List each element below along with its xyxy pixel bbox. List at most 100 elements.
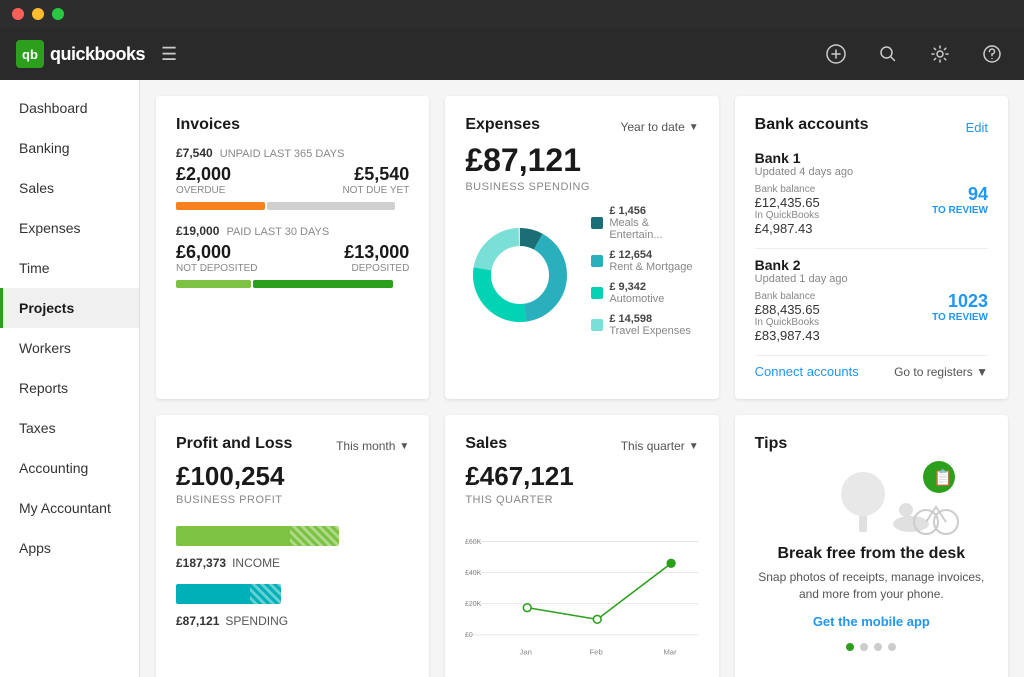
notdue-label: NOT DUE YET xyxy=(342,185,409,196)
hamburger-icon[interactable]: ☰ xyxy=(161,44,177,65)
bank-header: Bank accounts Edit xyxy=(755,116,988,138)
nav-right xyxy=(820,38,1008,70)
tips-tip-title: Break free from the desk xyxy=(755,545,988,563)
sales-header: Sales This quarter ▼ xyxy=(465,435,698,457)
app-body: Dashboard Banking Sales Expenses Time Pr… xyxy=(0,80,1024,677)
pnl-card: Profit and Loss This month ▼ £100,254 BU… xyxy=(156,415,429,677)
pnl-header: Profit and Loss This month ▼ xyxy=(176,435,409,457)
bank1-review-count: 94 xyxy=(932,184,988,205)
svg-text:Mar: Mar xyxy=(664,647,678,656)
dot-2 xyxy=(860,643,868,651)
legend-color-rent xyxy=(591,255,603,267)
go-registers-link[interactable]: Go to registers ▼ xyxy=(894,365,988,379)
legend-item-rent: £ 12,654 Rent & Mortgage xyxy=(591,249,698,273)
bank2-balances: Bank balance £88,435.65 In QuickBooks £8… xyxy=(755,291,988,343)
sidebar-item-sales[interactable]: Sales xyxy=(0,168,139,208)
spending-label-row: £87,121 SPENDING xyxy=(176,614,409,628)
pnl-period-selector[interactable]: This month ▼ xyxy=(336,439,409,453)
sidebar-item-workers[interactable]: Workers xyxy=(0,328,139,368)
expenses-amount: £87,121 xyxy=(465,142,698,179)
pnl-title: Profit and Loss xyxy=(176,435,292,453)
bank2-name: Bank 2 xyxy=(755,257,988,273)
spending-bar-row xyxy=(176,584,409,604)
expenses-header: Expenses Year to date ▼ xyxy=(465,116,698,138)
expenses-legend: £ 1,456 Meals & Entertain... £ 12,654 Re… xyxy=(591,205,698,345)
expenses-donut xyxy=(465,220,575,330)
invoices-title: Invoices xyxy=(176,116,409,134)
pnl-amount: £100,254 xyxy=(176,461,409,492)
notdeposited-bar xyxy=(176,280,251,288)
help-icon[interactable] xyxy=(976,38,1008,70)
income-label-row: £187,373 INCOME xyxy=(176,556,409,570)
svg-text:📋: 📋 xyxy=(933,468,953,487)
sidebar-item-myaccountant[interactable]: My Accountant xyxy=(0,488,139,528)
notdeposited-amount: £6,000 xyxy=(176,242,258,263)
sales-period-selector[interactable]: This quarter ▼ xyxy=(621,439,699,453)
sales-subtitle: THIS QUARTER xyxy=(465,494,698,506)
bank-footer: Connect accounts Go to registers ▼ xyxy=(755,364,988,379)
svg-text:£0: £0 xyxy=(465,632,473,639)
notdue-bar xyxy=(267,202,395,210)
bank2-review-count: 1023 xyxy=(932,291,988,312)
spending-bar-stripe xyxy=(250,584,281,604)
bank1-updated: Updated 4 days ago xyxy=(755,166,988,178)
bank-divider2 xyxy=(755,355,988,356)
unpaid-label: £7,540 UNPAID LAST 365 DAYS xyxy=(176,146,409,160)
tips-card: Tips xyxy=(735,415,1008,677)
overdue-label: OVERDUE xyxy=(176,185,231,196)
sidebar-item-apps[interactable]: Apps xyxy=(0,528,139,568)
bank1-balance-col: Bank balance £12,435.65 In QuickBooks £4… xyxy=(755,184,820,236)
tips-illustration: 📋 xyxy=(755,457,988,537)
legend-item-travel: £ 14,598 Travel Expenses xyxy=(591,313,698,337)
sales-title: Sales xyxy=(465,435,507,453)
get-mobile-app-link[interactable]: Get the mobile app xyxy=(813,614,930,629)
sidebar-item-projects[interactable]: Projects xyxy=(0,288,139,328)
sidebar: Dashboard Banking Sales Expenses Time Pr… xyxy=(0,80,140,677)
sidebar-item-reports[interactable]: Reports xyxy=(0,368,139,408)
overdue-amount: £2,000 xyxy=(176,164,231,185)
gear-icon[interactable] xyxy=(924,38,956,70)
sidebar-item-expenses[interactable]: Expenses xyxy=(0,208,139,248)
svg-text:Jan: Jan xyxy=(520,647,533,656)
bank-divider xyxy=(755,248,988,249)
legend-item-auto: £ 9,342 Automotive xyxy=(591,281,698,305)
expenses-subtitle: BUSINESS SPENDING xyxy=(465,181,698,193)
sidebar-item-banking[interactable]: Banking xyxy=(0,128,139,168)
maximize-button[interactable] xyxy=(52,8,64,20)
svg-text:qb: qb xyxy=(22,47,38,62)
pnl-bars: £187,373 INCOME £87,121 SPENDING xyxy=(176,526,409,628)
expenses-content: £ 1,456 Meals & Entertain... £ 12,654 Re… xyxy=(465,205,698,345)
paid-label: £19,000 PAID LAST 30 DAYS xyxy=(176,224,409,238)
top-nav: qb quickbooks ☰ xyxy=(0,28,1024,80)
sidebar-item-time[interactable]: Time xyxy=(0,248,139,288)
income-bar xyxy=(176,526,339,546)
expenses-title: Expenses xyxy=(465,116,540,134)
minimize-button[interactable] xyxy=(32,8,44,20)
overdue-bar xyxy=(176,202,265,210)
connect-accounts-link[interactable]: Connect accounts xyxy=(755,364,859,379)
invoices-card: Invoices £7,540 UNPAID LAST 365 DAYS £2,… xyxy=(156,96,429,399)
bank2-section: Bank 2 Updated 1 day ago Bank balance £8… xyxy=(755,257,988,343)
deposited-bar xyxy=(253,280,393,288)
bank1-name: Bank 1 xyxy=(755,150,988,166)
pnl-subtitle: BUSINESS PROFIT xyxy=(176,494,409,506)
close-button[interactable] xyxy=(12,8,24,20)
bank1-section: Bank 1 Updated 4 days ago Bank balance £… xyxy=(755,150,988,236)
expenses-period-selector[interactable]: Year to date ▼ xyxy=(620,120,698,134)
sidebar-item-dashboard[interactable]: Dashboard xyxy=(0,88,139,128)
tips-dots xyxy=(755,643,988,651)
add-icon[interactable] xyxy=(820,38,852,70)
search-icon[interactable] xyxy=(872,38,904,70)
tips-description: Snap photos of receipts, manage invoices… xyxy=(755,569,988,603)
bank2-review-label: TO REVIEW xyxy=(932,312,988,323)
bank1-review-col: 94 TO REVIEW xyxy=(932,184,988,216)
income-bar-stripe xyxy=(290,526,339,546)
income-bar-row xyxy=(176,526,409,546)
sidebar-item-taxes[interactable]: Taxes xyxy=(0,408,139,448)
edit-bank-link[interactable]: Edit xyxy=(966,120,988,135)
sidebar-item-accounting[interactable]: Accounting xyxy=(0,448,139,488)
deposited-amount: £13,000 xyxy=(344,242,409,263)
nav-left: qb quickbooks ☰ xyxy=(16,40,177,68)
svg-text:£20K: £20K xyxy=(465,601,482,608)
svg-text:£40K: £40K xyxy=(465,570,482,577)
